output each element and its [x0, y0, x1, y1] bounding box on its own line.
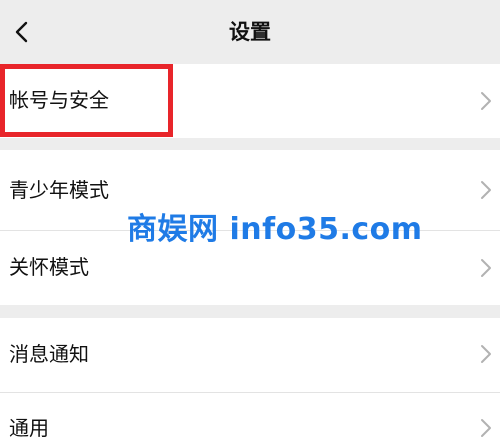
chevron-right-icon	[481, 259, 491, 277]
chevron-right-icon	[481, 345, 491, 363]
watermark: 商娱网 info35.com	[127, 212, 423, 247]
settings-item-label: 关怀模式	[9, 255, 89, 279]
settings-item-label: 消息通知	[9, 342, 89, 366]
chevron-right-icon	[481, 92, 491, 110]
highlight-box	[0, 64, 173, 137]
chevron-right-icon	[481, 181, 491, 199]
nav-header: 设置	[0, 0, 500, 64]
settings-item-label: 通用	[9, 416, 49, 440]
settings-item-notifications[interactable]: 消息通知	[0, 318, 500, 392]
page-title: 设置	[229, 20, 271, 44]
settings-item-general[interactable]: 通用	[0, 393, 500, 443]
settings-item-label: 青少年模式	[9, 178, 109, 202]
chevron-right-icon	[481, 419, 491, 437]
